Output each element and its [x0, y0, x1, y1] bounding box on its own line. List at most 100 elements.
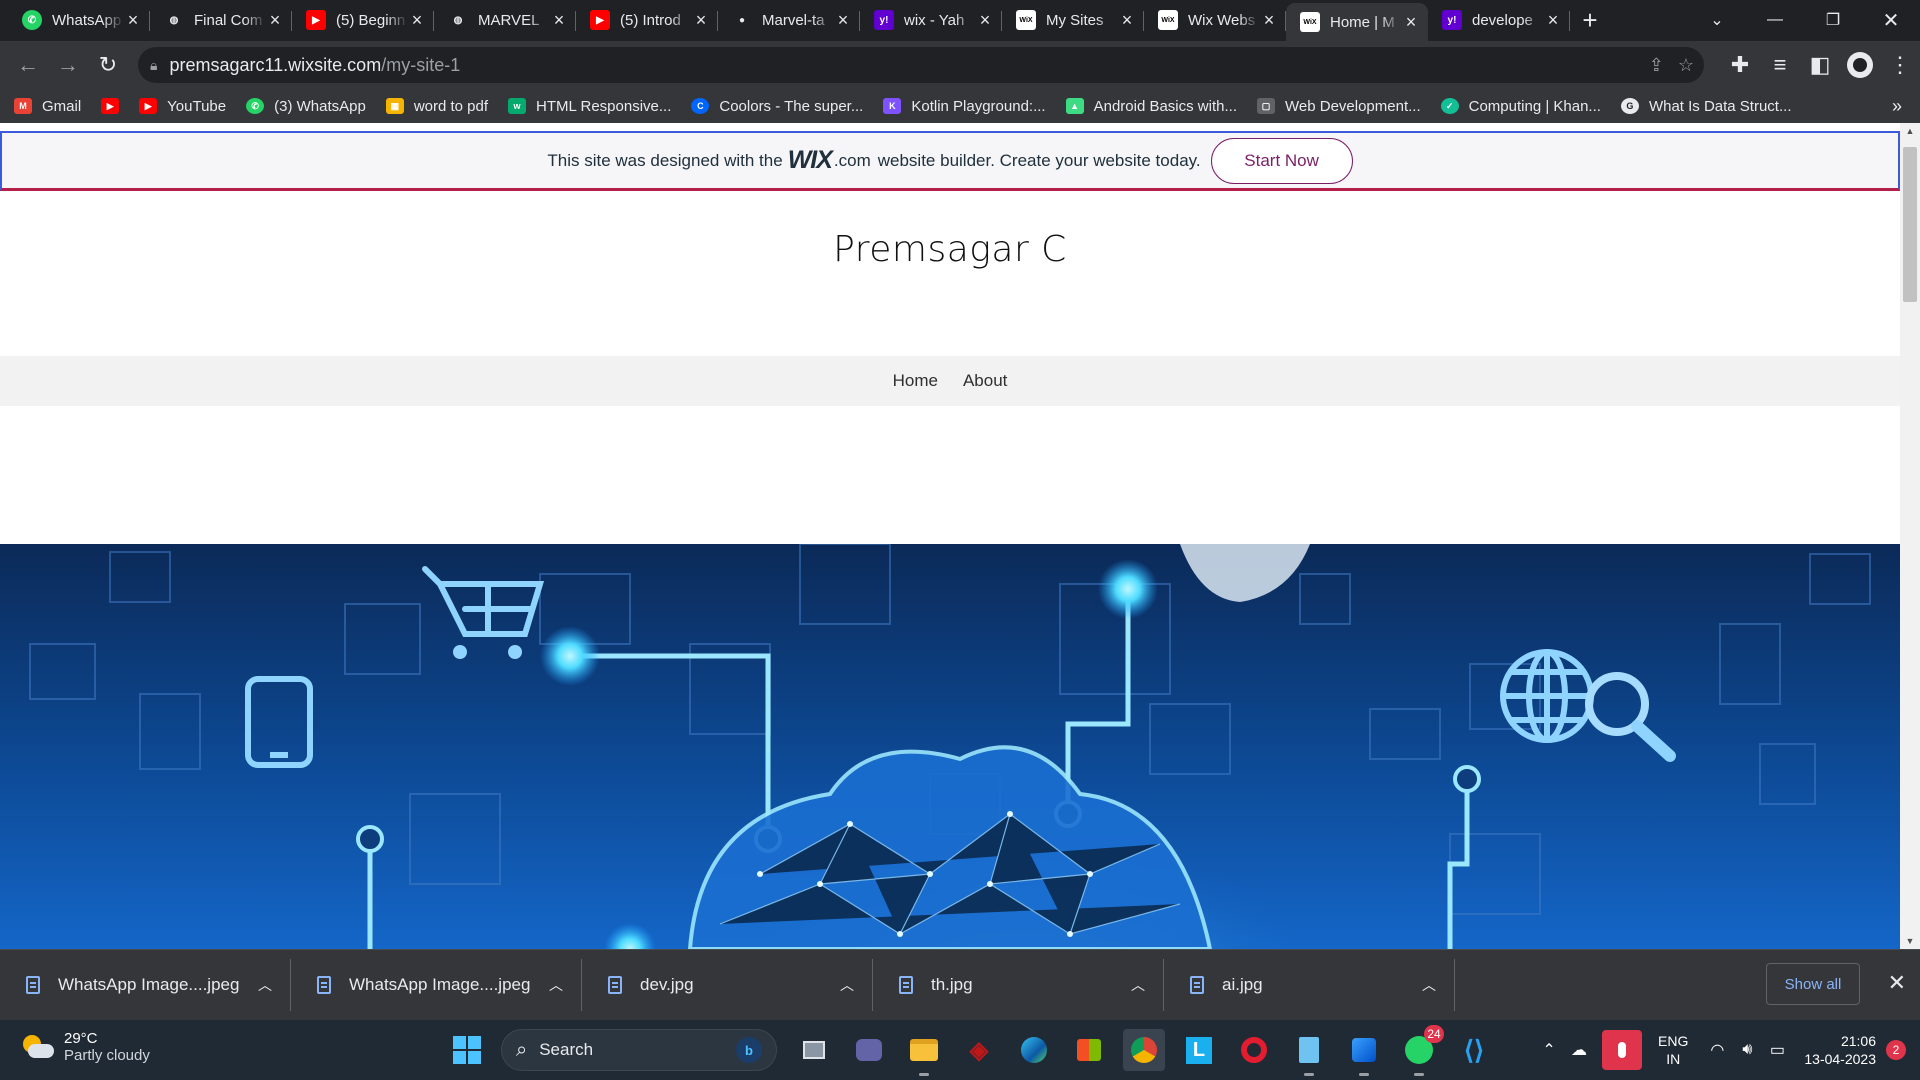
bookmark-item[interactable]: G What Is Data Struct...: [1620, 98, 1791, 115]
tab-close-icon[interactable]: ×: [550, 11, 568, 29]
tab-search-icon[interactable]: ⌄: [1688, 0, 1746, 40]
taskbar-search[interactable]: ⌕ Search b: [501, 1029, 777, 1071]
onedrive-icon[interactable]: ☁: [1564, 1040, 1594, 1060]
teams-chat-icon[interactable]: [848, 1029, 890, 1071]
start-now-button[interactable]: Start Now: [1210, 137, 1353, 184]
battery-icon[interactable]: ▭: [1762, 1040, 1792, 1060]
scroll-down-arrow[interactable]: ▼: [1900, 933, 1920, 949]
task-view-icon[interactable]: [793, 1029, 835, 1071]
notepad-icon[interactable]: [1288, 1029, 1330, 1076]
browser-tab[interactable]: ◍ MARVEL ×: [434, 3, 576, 37]
weather-widget[interactable]: 29°C Partly cloudy: [20, 1030, 150, 1064]
download-filename: WhatsApp Image....jpeg: [58, 975, 240, 994]
tab-close-icon[interactable]: ×: [834, 11, 852, 29]
download-item[interactable]: dev.jpg ︿: [582, 959, 873, 1011]
bookmark-item[interactable]: ▦ word to pdf: [385, 98, 488, 115]
close-window-button[interactable]: ✕: [1862, 0, 1920, 40]
tab-close-icon[interactable]: ×: [1260, 11, 1278, 29]
nav-about-link[interactable]: About: [963, 371, 1007, 391]
browser-tab[interactable]: y! develope ×: [1428, 3, 1570, 37]
tab-close-icon[interactable]: ×: [266, 11, 284, 29]
menu-icon[interactable]: ⋮: [1880, 45, 1920, 85]
file-explorer-icon[interactable]: [903, 1029, 945, 1076]
tab-close-icon[interactable]: ×: [408, 11, 426, 29]
chevron-up-icon[interactable]: ︿: [258, 975, 272, 995]
clock[interactable]: 21:06 13-04-2023: [1804, 1032, 1876, 1068]
browser-tab[interactable]: y! wix - Yah ×: [860, 3, 1002, 37]
download-item[interactable]: ai.jpg ︿: [1164, 959, 1455, 1011]
tab-close-icon[interactable]: ×: [1118, 11, 1136, 29]
reading-list-icon[interactable]: ≡: [1760, 45, 1800, 85]
back-button[interactable]: ←: [8, 45, 48, 85]
scroll-thumb[interactable]: [1903, 147, 1917, 302]
tray-overflow-icon[interactable]: ⌃: [1534, 1040, 1564, 1060]
close-downloads-icon[interactable]: ✕: [1888, 970, 1906, 996]
browser-tab[interactable]: ● Marvel-ta ×: [718, 3, 860, 37]
show-all-downloads-button[interactable]: Show all: [1766, 963, 1860, 1005]
volume-icon[interactable]: 🔊︎: [1732, 1041, 1762, 1059]
tab-close-icon[interactable]: ×: [1402, 13, 1420, 31]
scroll-up-arrow[interactable]: ▲: [1900, 123, 1920, 139]
share-icon[interactable]: ⇪: [1649, 55, 1664, 76]
site-title[interactable]: Premsagar C: [0, 229, 1900, 270]
browser-tab[interactable]: ▶ (5) Introd ×: [576, 3, 718, 37]
forward-button[interactable]: →: [48, 45, 88, 85]
start-button[interactable]: [446, 1029, 488, 1071]
microsoft-store-icon[interactable]: [1068, 1029, 1110, 1071]
minimize-button[interactable]: —: [1746, 0, 1804, 40]
bookmark-item[interactable]: ▶ YouTube: [139, 98, 226, 115]
bookmark-star-icon[interactable]: ☆: [1678, 55, 1694, 76]
opera-icon[interactable]: [1233, 1029, 1275, 1071]
new-tab-button[interactable]: +: [1570, 3, 1610, 37]
paint-icon[interactable]: [1343, 1029, 1385, 1076]
bookmark-item[interactable]: ✆ (3) WhatsApp: [246, 98, 366, 115]
side-panel-icon[interactable]: ◧: [1800, 45, 1840, 85]
restore-button[interactable]: ❐: [1804, 0, 1862, 40]
bookmark-item[interactable]: ▲ Android Basics with...: [1065, 98, 1237, 115]
download-item[interactable]: th.jpg ︿: [873, 959, 1164, 1011]
profile-avatar[interactable]: [1840, 45, 1880, 85]
mcafee-icon[interactable]: ◈: [958, 1029, 1000, 1071]
download-item[interactable]: WhatsApp Image....jpeg ︿: [0, 959, 291, 1011]
edge-icon[interactable]: [1013, 1029, 1055, 1071]
nav-home-link[interactable]: Home: [893, 371, 938, 391]
launcher-l-icon[interactable]: L: [1178, 1029, 1220, 1071]
extensions-icon[interactable]: ✚: [1720, 45, 1760, 85]
bookmark-item[interactable]: ✓ Computing | Khan...: [1440, 98, 1601, 115]
vscode-icon[interactable]: ⟨⟩: [1453, 1029, 1495, 1071]
bookmark-item[interactable]: ▢ Web Development...: [1257, 98, 1421, 115]
microphone-icon[interactable]: [1602, 1030, 1643, 1070]
browser-tab[interactable]: ◍ Final Com ×: [150, 3, 292, 37]
tab-close-icon[interactable]: ×: [692, 11, 710, 29]
page-scrollbar[interactable]: ▲ ▼: [1900, 123, 1920, 949]
browser-tab[interactable]: ▶ (5) Beginn ×: [292, 3, 434, 37]
tab-title: WhatsApp: [52, 11, 122, 29]
input-language[interactable]: ENG IN: [1658, 1032, 1688, 1068]
bookmark-item[interactable]: C Coolors - The super...: [691, 98, 863, 115]
whatsapp-taskbar-icon[interactable]: 24: [1398, 1025, 1444, 1076]
bookmarks-overflow-icon[interactable]: »: [1892, 96, 1902, 117]
browser-tab[interactable]: WiX Wix Webs ×: [1144, 3, 1286, 37]
address-bar[interactable]: 🔒︎ premsagarc11.wixsite.com/my-site-1 ⇪ …: [138, 47, 1704, 83]
browser-tab[interactable]: ✆ WhatsApp ×: [8, 3, 150, 37]
url-text[interactable]: premsagarc11.wixsite.com/my-site-1: [169, 55, 460, 76]
wifi-icon[interactable]: ◠: [1702, 1040, 1732, 1060]
chevron-up-icon[interactable]: ︿: [1131, 975, 1145, 995]
tab-close-icon[interactable]: ×: [1544, 11, 1562, 29]
tab-close-icon[interactable]: ×: [976, 11, 994, 29]
browser-tab[interactable]: WiX Home | M ×: [1286, 3, 1428, 41]
bookmark-item[interactable]: K Kotlin Playground:...: [883, 98, 1046, 115]
tab-close-icon[interactable]: ×: [124, 11, 142, 29]
chrome-icon[interactable]: [1123, 1029, 1165, 1071]
download-item[interactable]: WhatsApp Image....jpeg ︿: [291, 959, 582, 1011]
chevron-up-icon[interactable]: ︿: [1422, 975, 1436, 995]
notification-badge[interactable]: 2: [1886, 1040, 1906, 1060]
reload-button[interactable]: ↻: [88, 45, 128, 85]
chevron-up-icon[interactable]: ︿: [549, 975, 563, 995]
bookmark-item[interactable]: ▶: [101, 98, 120, 114]
chevron-up-icon[interactable]: ︿: [840, 975, 854, 995]
bookmark-item[interactable]: M Gmail: [14, 98, 81, 115]
lock-icon[interactable]: 🔒︎: [150, 57, 157, 74]
bookmark-item[interactable]: w HTML Responsive...: [508, 98, 671, 115]
browser-tab[interactable]: WiX My Sites ×: [1002, 3, 1144, 37]
